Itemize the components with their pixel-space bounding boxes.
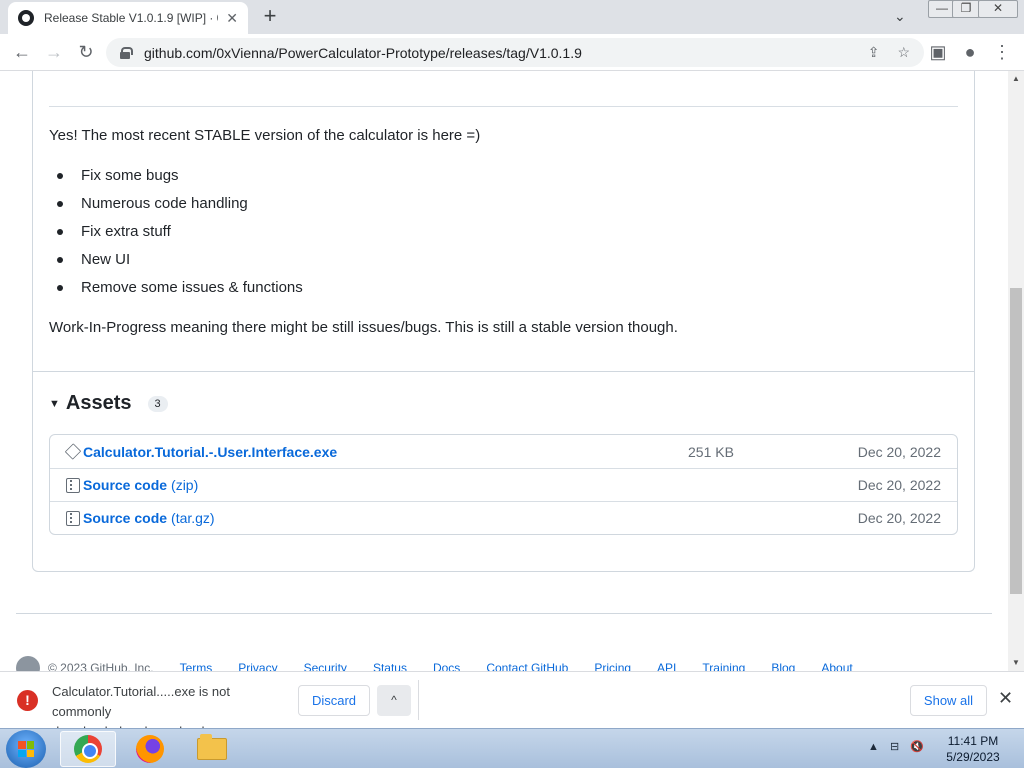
tray-expand-icon[interactable]: ▲ bbox=[868, 741, 879, 753]
scroll-down-arrow-icon[interactable]: ▼ bbox=[1008, 655, 1024, 671]
asset-size: 251 KB bbox=[688, 443, 734, 460]
close-download-bar-icon[interactable]: ✕ bbox=[998, 688, 1013, 709]
footer-divider bbox=[16, 613, 992, 614]
download-bar: ! Calculator.Tutorial.....exe is not com… bbox=[0, 671, 1024, 739]
asset-row: Calculator.Tutorial.-.User.Interface.exe… bbox=[50, 435, 957, 468]
footer-link-status[interactable]: Status bbox=[373, 661, 407, 671]
taskbar-chrome[interactable] bbox=[60, 731, 116, 767]
assets-count-badge: 3 bbox=[147, 395, 168, 412]
footer-link-blog[interactable]: Blog bbox=[771, 661, 795, 671]
asset-format[interactable]: (tar.gz) bbox=[171, 510, 215, 526]
list-item: Fix extra stuff bbox=[57, 219, 303, 247]
scrollbar-thumb[interactable] bbox=[1010, 288, 1022, 594]
list-item: Numerous code handling bbox=[57, 191, 303, 219]
footer-link-privacy[interactable]: Privacy bbox=[238, 661, 277, 671]
asset-row: Source code (zip) Dec 20, 2022 bbox=[50, 468, 957, 501]
browser-toolbar: ← → ↻ github.com/0xVienna/PowerCalculato… bbox=[0, 34, 1024, 71]
file-zip-icon bbox=[66, 510, 80, 526]
copyright: © 2023 GitHub, Inc. bbox=[48, 661, 154, 671]
clock-time: 11:41 PM bbox=[947, 734, 999, 748]
windows-logo-icon bbox=[18, 741, 34, 757]
footer-link-security[interactable]: Security bbox=[304, 661, 347, 671]
asset-date: Dec 20, 2022 bbox=[857, 510, 941, 526]
back-button[interactable]: ← bbox=[10, 40, 34, 64]
asset-date: Dec 20, 2022 bbox=[857, 477, 941, 493]
footer-link-pricing[interactable]: Pricing bbox=[594, 661, 631, 671]
scroll-up-arrow-icon[interactable]: ▲ bbox=[1008, 71, 1024, 87]
clock-date: 5/29/2023 bbox=[946, 750, 1000, 764]
start-button[interactable] bbox=[6, 730, 46, 768]
show-all-button[interactable]: Show all bbox=[910, 685, 987, 716]
asset-link[interactable]: Source code bbox=[83, 510, 167, 526]
menu-icon[interactable]: ⋮ bbox=[990, 40, 1014, 64]
taskbar-firefox[interactable] bbox=[122, 731, 178, 767]
footer-link-about[interactable]: About bbox=[821, 661, 852, 671]
asset-link[interactable]: Source code bbox=[83, 477, 167, 493]
address-bar[interactable]: github.com/0xVienna/PowerCalculator-Prot… bbox=[106, 38, 924, 67]
lock-icon[interactable] bbox=[120, 46, 133, 59]
github-logo-icon[interactable] bbox=[16, 656, 40, 671]
tab-strip: Release Stable V1.0.1.9 [WIP] · 0x ✕ + ⌄… bbox=[0, 0, 1024, 34]
side-panel-icon[interactable]: ▣ bbox=[926, 40, 950, 64]
bookmark-star-icon[interactable]: ☆ bbox=[897, 44, 910, 61]
asset-link[interactable]: Calculator.Tutorial.-.User.Interface.exe bbox=[83, 444, 337, 460]
asset-row: Source code (tar.gz) Dec 20, 2022 bbox=[50, 501, 957, 534]
volume-muted-icon[interactable]: 🔇 bbox=[910, 741, 924, 753]
tab-search-icon[interactable]: ⌄ bbox=[894, 8, 906, 25]
windows-taskbar: ▲ ⊟ 🔇 11:41 PM 5/29/2023 bbox=[0, 728, 1024, 768]
warning-icon: ! bbox=[17, 690, 38, 711]
url-text[interactable]: github.com/0xVienna/PowerCalculator-Prot… bbox=[144, 45, 850, 61]
profile-avatar-icon[interactable]: ● bbox=[958, 40, 982, 64]
release-note: Work-In-Progress meaning there might be … bbox=[49, 319, 678, 336]
folder-icon bbox=[197, 734, 227, 760]
share-icon[interactable]: ⇪ bbox=[868, 44, 880, 61]
asset-format[interactable]: (zip) bbox=[171, 477, 198, 493]
divider bbox=[418, 680, 419, 720]
chrome-icon bbox=[74, 735, 102, 763]
system-clock[interactable]: 11:41 PM 5/29/2023 bbox=[932, 733, 1014, 765]
assets-list: Calculator.Tutorial.-.User.Interface.exe… bbox=[49, 434, 958, 535]
package-icon bbox=[64, 443, 82, 460]
footer-link-terms[interactable]: Terms bbox=[180, 661, 213, 671]
asset-date: Dec 20, 2022 bbox=[857, 443, 941, 460]
list-item: Remove some issues & functions bbox=[57, 275, 303, 303]
list-item: New UI bbox=[57, 247, 303, 275]
taskbar-explorer[interactable] bbox=[184, 731, 240, 767]
file-zip-icon bbox=[66, 477, 80, 493]
page-scrollbar[interactable]: ▲ ▼ bbox=[1008, 71, 1024, 671]
maximize-button[interactable]: ❐ bbox=[952, 0, 980, 18]
assets-heading: Assets bbox=[65, 392, 132, 414]
forward-button[interactable]: → bbox=[42, 40, 66, 64]
tab-title: Release Stable V1.0.1.9 [WIP] · 0x bbox=[44, 11, 219, 25]
divider bbox=[49, 106, 958, 107]
footer-link-api[interactable]: API bbox=[657, 661, 676, 671]
page-footer: © 2023 GitHub, Inc. Terms Privacy Securi… bbox=[16, 656, 853, 671]
footer-link-docs[interactable]: Docs bbox=[433, 661, 460, 671]
triangle-down-icon: ▼ bbox=[49, 397, 60, 410]
list-item: Fix some bugs bbox=[57, 163, 303, 191]
page-content: Yes! The most recent STABLE version of t… bbox=[0, 71, 1008, 671]
firefox-icon bbox=[136, 735, 164, 763]
release-notes-list: Fix some bugs Numerous code handling Fix… bbox=[57, 163, 303, 303]
network-icon[interactable]: ⊟ bbox=[890, 741, 899, 753]
release-intro: Yes! The most recent STABLE version of t… bbox=[49, 127, 481, 144]
tab-close-icon[interactable]: ✕ bbox=[226, 10, 238, 27]
footer-link-training[interactable]: Training bbox=[702, 661, 745, 671]
download-options-chevron-icon[interactable]: ^ bbox=[377, 685, 411, 716]
footer-link-contact[interactable]: Contact GitHub bbox=[486, 661, 568, 671]
divider bbox=[33, 371, 974, 372]
system-tray[interactable]: ▲ ⊟ 🔇 bbox=[868, 740, 924, 753]
browser-tab[interactable]: Release Stable V1.0.1.9 [WIP] · 0x ✕ bbox=[8, 2, 248, 34]
close-window-button[interactable]: ✕ bbox=[978, 0, 1018, 18]
discard-button[interactable]: Discard bbox=[298, 685, 370, 716]
reload-button[interactable]: ↻ bbox=[74, 40, 98, 64]
new-tab-button[interactable]: + bbox=[258, 5, 282, 29]
download-warning-line: Calculator.Tutorial.....exe is not commo… bbox=[52, 684, 230, 719]
github-icon bbox=[18, 10, 34, 26]
assets-toggle[interactable]: ▼ Assets 3 bbox=[49, 392, 168, 415]
